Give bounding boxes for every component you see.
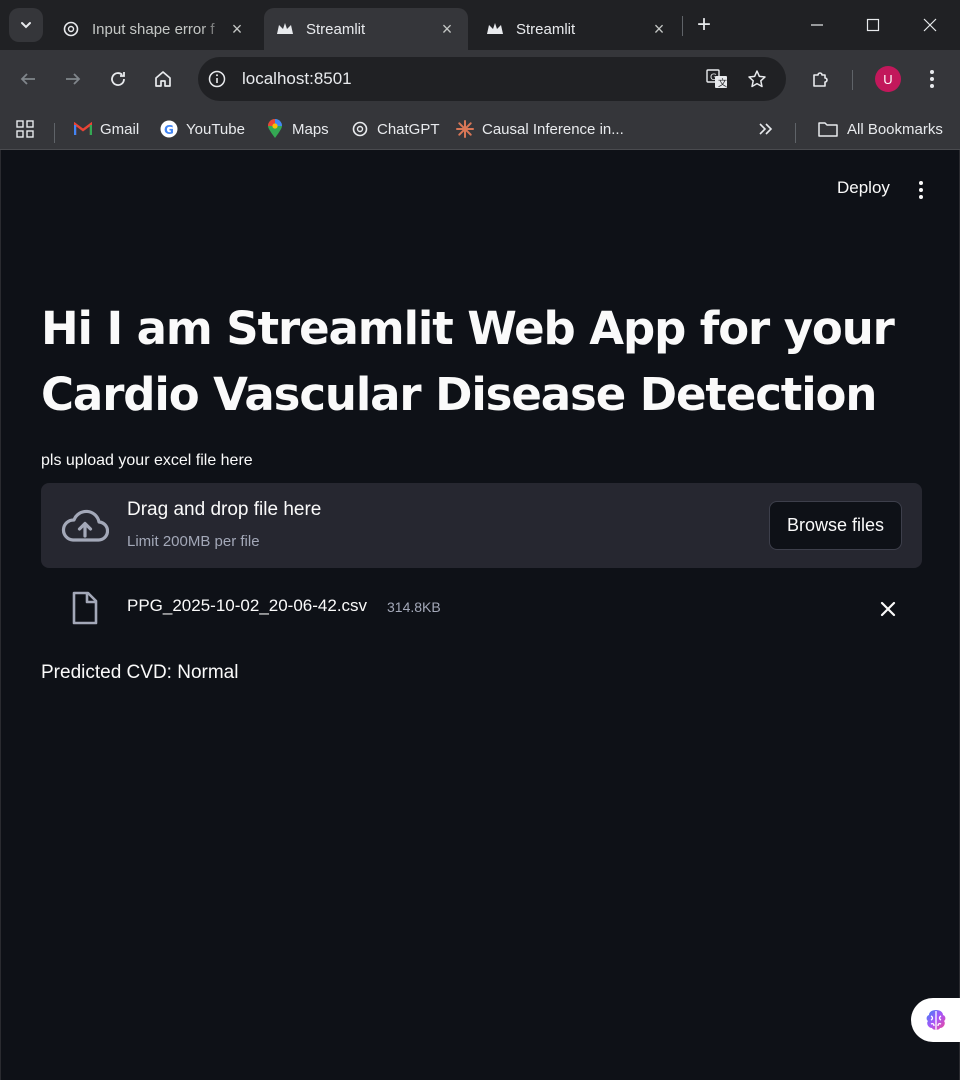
tab-title: Streamlit <box>516 20 576 38</box>
page-title: Hi I am Streamlit Web App for your Cardi… <box>41 302 895 421</box>
main-menu-button[interactable] <box>911 178 931 202</box>
address-url[interactable]: localhost:8501 <box>242 69 352 89</box>
info-icon <box>208 70 226 88</box>
home-icon <box>155 71 171 87</box>
close-icon[interactable]: × <box>228 19 246 39</box>
folder-icon <box>817 120 839 138</box>
all-bookmarks-label: All Bookmarks <box>847 120 943 138</box>
apps-grid-icon <box>16 120 34 138</box>
svg-text:G: G <box>164 123 174 137</box>
maximize-icon <box>866 18 880 32</box>
deploy-button[interactable]: Deploy <box>825 176 902 200</box>
bookmarks-bar: Gmail G YouTube Maps ChatGPT Causal Infe… <box>0 108 960 150</box>
bookmark-chatgpt[interactable]: ChatGPT <box>351 116 440 142</box>
bookmark-label: ChatGPT <box>377 120 440 138</box>
google-icon: G <box>160 120 178 138</box>
dot <box>919 181 923 185</box>
bookmarks-separator <box>54 123 55 143</box>
svg-text:文: 文 <box>718 77 727 89</box>
tab-title: Streamlit <box>306 20 366 38</box>
file-icon <box>72 591 98 625</box>
uploaded-file-row: PPG_2025-10-02_20-06-42.csv 314.8KB <box>41 583 922 633</box>
reload-button[interactable] <box>104 65 132 93</box>
streamlit-crown-icon <box>487 23 503 34</box>
minimize-button[interactable] <box>804 12 830 38</box>
bookmark-label: Maps <box>292 120 329 138</box>
dropzone-limit: Limit 200MB per file <box>127 533 260 550</box>
file-dropzone[interactable]: Drag and drop file here Limit 200MB per … <box>41 483 922 568</box>
bookmark-label: YouTube <box>186 120 245 138</box>
home-button[interactable] <box>149 65 177 93</box>
tab-streamlit-active[interactable]: Streamlit × <box>264 8 468 50</box>
all-bookmarks-button[interactable]: All Bookmarks <box>817 116 943 142</box>
chatgpt-icon <box>63 21 79 37</box>
remove-file-button[interactable] <box>877 598 899 620</box>
browser-toolbar: localhost:8501 G文 U <box>0 50 960 108</box>
streamlit-app: Deploy Hi I am Streamlit Web App for you… <box>0 150 960 1080</box>
avatar-letter: U <box>883 71 893 87</box>
claude-sparkle-icon <box>456 120 474 138</box>
cloud-upload-icon <box>61 509 109 542</box>
browser-menu-button[interactable] <box>918 65 946 93</box>
bookmark-causal-inference[interactable]: Causal Inference in... <box>456 116 624 142</box>
tab-chatgpt[interactable]: Input shape error f × <box>50 8 258 50</box>
bookmark-star-button[interactable] <box>746 68 768 90</box>
browse-files-button[interactable]: Browse files <box>769 501 902 550</box>
puzzle-icon <box>813 72 828 87</box>
extensions-button[interactable] <box>807 65 835 93</box>
bookmark-maps[interactable]: Maps <box>266 116 329 142</box>
close-icon[interactable]: × <box>650 19 668 39</box>
uploader-label: pls upload your excel file here <box>41 452 253 469</box>
reload-icon <box>111 72 125 86</box>
site-info-button[interactable] <box>206 68 228 90</box>
forward-button[interactable] <box>59 65 87 93</box>
assistant-widget-button[interactable] <box>911 998 960 1042</box>
toolbar-separator <box>852 70 853 90</box>
maximize-button[interactable] <box>860 12 886 38</box>
bookmarks-separator <box>795 123 796 143</box>
window-close-button[interactable] <box>917 12 943 38</box>
bookmark-label: Gmail <box>100 120 140 138</box>
brain-icon <box>926 1010 946 1030</box>
close-icon[interactable]: × <box>438 19 456 39</box>
apps-button[interactable] <box>16 116 34 142</box>
dot <box>919 188 923 192</box>
close-icon <box>923 18 937 32</box>
gmail-icon <box>74 120 92 138</box>
uploaded-file-size: 314.8KB <box>387 599 441 615</box>
back-button[interactable] <box>14 65 42 93</box>
vertical-dots-icon <box>930 70 934 88</box>
bookmark-gmail[interactable]: Gmail <box>74 116 139 142</box>
chevron-down-icon <box>21 22 31 29</box>
translate-icon: G文 <box>706 69 727 89</box>
tab-separator <box>682 16 683 36</box>
profile-avatar[interactable]: U <box>875 66 901 92</box>
tab-streamlit[interactable]: Streamlit × <box>474 8 680 50</box>
prediction-result: Predicted CVD: Normal <box>41 662 239 683</box>
maps-pin-icon <box>266 119 284 138</box>
new-tab-button[interactable]: + <box>692 11 716 38</box>
close-icon <box>880 601 896 617</box>
dropzone-instructions: Drag and drop file here <box>127 499 322 520</box>
more-bookmarks-button[interactable] <box>758 116 774 142</box>
bookmark-label: Causal Inference in... <box>482 120 624 138</box>
browser-tab-strip: Input shape error f × Streamlit × Stream… <box>0 0 960 50</box>
translate-button[interactable]: G文 <box>706 68 728 90</box>
minimize-icon <box>811 24 823 26</box>
arrow-left-icon <box>20 73 35 85</box>
chatgpt-icon <box>351 120 369 138</box>
star-icon <box>748 70 766 88</box>
bookmark-youtube[interactable]: G YouTube <box>160 116 245 142</box>
double-chevron-right-icon <box>759 123 773 135</box>
address-bar[interactable]: localhost:8501 G文 <box>198 57 786 101</box>
uploaded-file-name: PPG_2025-10-02_20-06-42.csv <box>127 596 368 615</box>
streamlit-crown-icon <box>277 23 293 34</box>
tab-title: Input shape error f <box>92 20 215 38</box>
arrow-right-icon <box>66 73 81 85</box>
dot <box>919 195 923 199</box>
tab-search-button[interactable] <box>9 8 43 42</box>
